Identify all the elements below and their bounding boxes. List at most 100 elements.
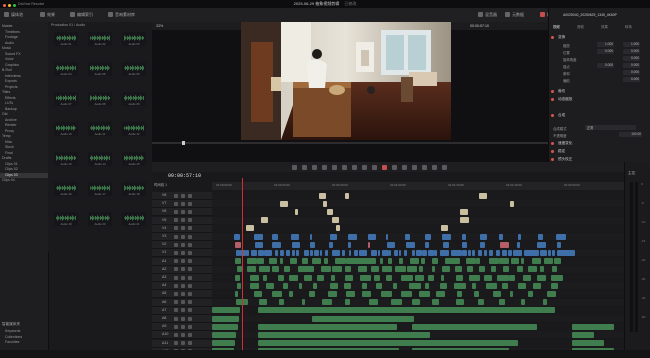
timeline-tool-icon[interactable] — [312, 164, 317, 170]
audio-clip[interactable] — [312, 307, 428, 314]
video-clip[interactable] — [517, 249, 523, 256]
audio-clip-thumbnail[interactable]: Audio 02 — [88, 32, 112, 46]
video-clip[interactable] — [498, 233, 504, 240]
video-clip[interactable] — [386, 241, 395, 248]
video-clip[interactable] — [370, 249, 378, 256]
video-clip[interactable] — [479, 241, 486, 248]
track-mute-icon[interactable] — [174, 259, 178, 264]
video-clip[interactable] — [367, 233, 377, 240]
video-clip[interactable] — [234, 233, 241, 240]
audio-clip[interactable] — [344, 266, 352, 273]
video-clip[interactable] — [354, 249, 359, 256]
audio-clip[interactable] — [491, 266, 496, 273]
audio-clip-thumbnail[interactable]: Audio 03 — [122, 32, 146, 46]
audio-clip[interactable] — [253, 290, 263, 297]
track-header[interactable]: A8 — [152, 315, 212, 323]
audio-clip[interactable] — [373, 274, 380, 281]
track-toggle-icon[interactable] — [181, 201, 185, 206]
audio-clip[interactable] — [543, 299, 548, 306]
audio-clip[interactable] — [551, 282, 558, 289]
video-clip[interactable] — [483, 249, 488, 256]
video-clip[interactable] — [416, 249, 422, 256]
video-clip[interactable] — [462, 241, 468, 248]
audio-clip-thumbnail[interactable]: Audio 19 — [54, 212, 78, 226]
title-clip[interactable] — [345, 192, 349, 199]
edit-index-button[interactable]: 编辑索引 — [70, 11, 93, 18]
transform-y-value[interactable]: 1.000 — [623, 42, 640, 47]
track-mute-icon[interactable] — [188, 316, 192, 321]
audio-clip[interactable] — [266, 282, 275, 289]
audio-clip[interactable] — [540, 266, 545, 273]
track-header[interactable]: V6 — [152, 208, 212, 217]
track-mute-icon[interactable] — [181, 283, 185, 288]
audio-clip[interactable] — [312, 258, 321, 265]
video-clip[interactable] — [477, 249, 482, 256]
audio-clip[interactable] — [317, 274, 325, 281]
audio-clip[interactable] — [572, 323, 615, 330]
timeline-tool-icon[interactable] — [352, 164, 357, 170]
track-toggle-icon[interactable] — [174, 201, 178, 206]
audio-clip[interactable] — [473, 290, 480, 297]
track-mute-icon[interactable] — [188, 275, 192, 280]
audio-clip[interactable] — [424, 282, 429, 289]
audio-clip-thumbnail[interactable]: Audio 07 — [54, 92, 78, 106]
audio-clip[interactable] — [517, 282, 526, 289]
track-toggle-icon[interactable] — [174, 242, 178, 247]
video-clip[interactable] — [461, 233, 466, 240]
inspector-tab[interactable]: 音频 — [577, 24, 584, 29]
video-clip[interactable] — [291, 241, 300, 248]
track-header[interactable]: A7 — [152, 306, 212, 315]
video-clip[interactable] — [348, 241, 351, 248]
track-toggle-icon[interactable] — [174, 226, 178, 231]
track-lane[interactable] — [212, 224, 624, 232]
track-mute-icon[interactable] — [174, 324, 178, 329]
track-mute-icon[interactable] — [181, 267, 185, 272]
audio-clip[interactable] — [408, 282, 421, 289]
audio-clip[interactable] — [256, 258, 265, 265]
audio-clip[interactable] — [551, 274, 563, 281]
audio-clip[interactable] — [236, 282, 241, 289]
audio-clip[interactable] — [466, 258, 477, 265]
video-clip[interactable] — [404, 233, 410, 240]
audio-clip[interactable] — [440, 274, 445, 281]
track-mute-icon[interactable] — [188, 341, 192, 346]
audio-clip[interactable] — [533, 282, 541, 289]
title-clip[interactable] — [460, 208, 468, 215]
video-clip[interactable] — [367, 241, 371, 248]
track-toggle-icon[interactable] — [188, 226, 192, 231]
track-mute-icon[interactable] — [181, 324, 185, 329]
audio-clip[interactable] — [509, 274, 516, 281]
track-mute-icon[interactable] — [188, 308, 192, 313]
audio-clip[interactable] — [489, 258, 500, 265]
audio-clip[interactable] — [330, 274, 336, 281]
track-header[interactable]: A9 — [152, 323, 212, 332]
audio-clip[interactable] — [509, 290, 514, 297]
video-clip[interactable] — [285, 249, 290, 256]
audio-clip[interactable] — [520, 258, 525, 265]
title-clip[interactable] — [327, 208, 333, 215]
track-header[interactable]: V2 — [152, 241, 212, 250]
audio-clip[interactable] — [427, 274, 434, 281]
audio-clip[interactable] — [547, 290, 557, 297]
audio-clip[interactable] — [543, 258, 554, 265]
maximize-icon[interactable] — [13, 3, 16, 7]
timeline-ruler[interactable]: 01:00:00:00 01:00:20:00 01:00:40:00 01:01:0… — [212, 182, 624, 190]
timeline-tool-icon[interactable] — [392, 164, 397, 170]
audio-clip[interactable] — [554, 258, 562, 265]
audio-clip[interactable] — [455, 258, 461, 265]
track-lane[interactable] — [212, 315, 624, 322]
title-clip[interactable] — [260, 217, 268, 224]
audio-clip[interactable] — [249, 274, 259, 281]
smart-bin-item[interactable]: Favorites — [0, 340, 48, 346]
audio-clip[interactable] — [412, 340, 519, 347]
track-mute-icon[interactable] — [188, 259, 192, 264]
audio-clip[interactable] — [432, 258, 439, 265]
track-header[interactable]: A1 — [152, 257, 212, 266]
audio-clip[interactable] — [414, 274, 424, 281]
track-mute-icon[interactable] — [188, 324, 192, 329]
audio-clip[interactable] — [312, 282, 318, 289]
audio-clip[interactable] — [278, 274, 284, 281]
audio-clip[interactable] — [498, 258, 510, 265]
audio-clip-thumbnail[interactable]: Audio 06 — [122, 62, 146, 76]
transform-x-value[interactable]: 0.000 — [597, 49, 614, 54]
